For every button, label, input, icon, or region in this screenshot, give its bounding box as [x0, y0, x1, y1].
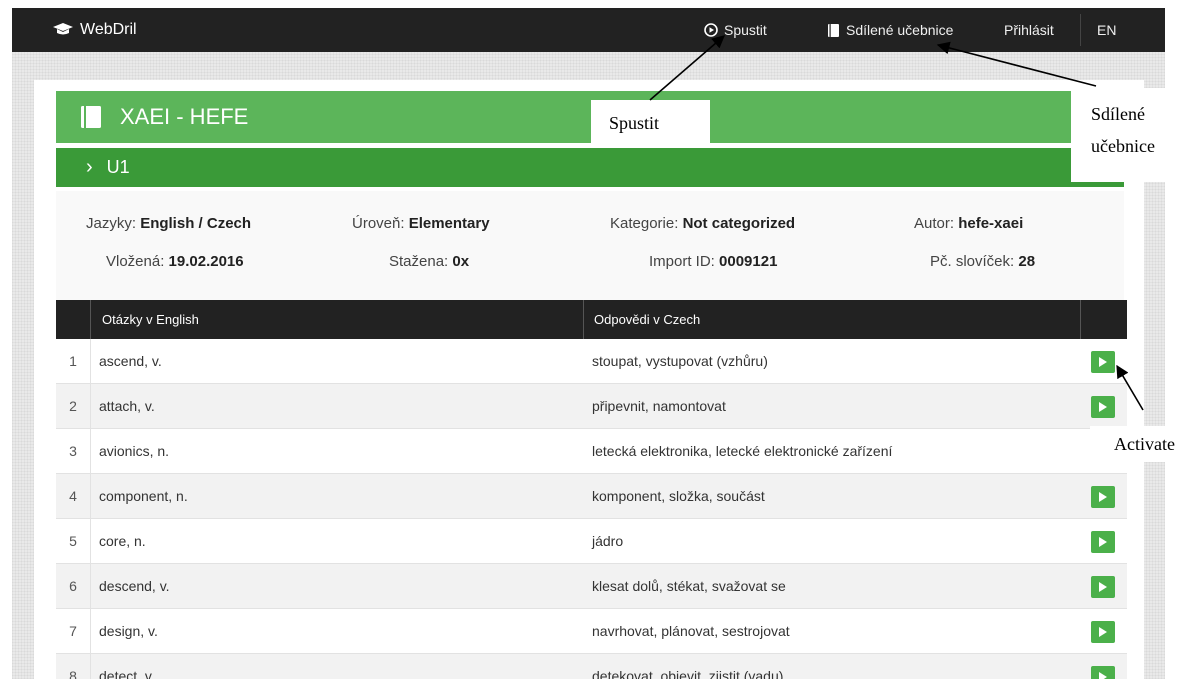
- arrow-to-activate: [1116, 364, 1144, 411]
- annotation-arrows: [649, 35, 1144, 411]
- arrow-to-run: [649, 35, 725, 101]
- arrow-to-shared-books: [936, 41, 1097, 87]
